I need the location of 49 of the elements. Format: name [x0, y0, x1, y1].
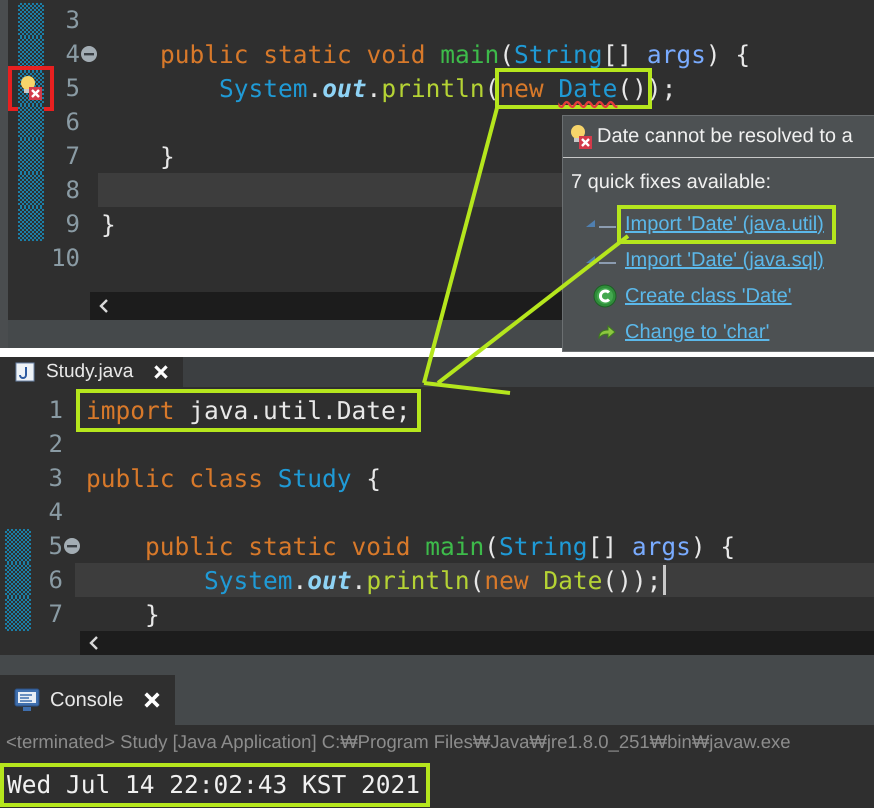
code-line: public static void main(String[] args) { — [159, 38, 752, 70]
line-number: 3 — [64, 6, 80, 34]
import-icon — [585, 253, 617, 267]
error-lightbulb-icon[interactable] — [569, 124, 593, 150]
close-icon — [143, 691, 162, 709]
code-line: public class Study { — [85, 462, 382, 494]
line-number: 9 — [64, 210, 80, 238]
line-number: 4 — [48, 498, 63, 526]
close-tab-button[interactable] — [153, 364, 170, 380]
line-number: 4 — [64, 40, 80, 68]
console-output: Wed Jul 14 22:02:43 KST 2021 — [0, 763, 430, 807]
line-number: 8 — [64, 176, 80, 204]
popup-title: Date cannot be resolved to a — [597, 125, 853, 148]
line-number: 5 — [64, 74, 80, 102]
editor-tab[interactable]: Study.java — [0, 357, 184, 387]
scroll-left-icon[interactable] — [98, 298, 110, 314]
quick-fix-link[interactable]: Change to 'char' — [617, 312, 782, 352]
popup-subtitle: 7 quick fixes available: — [570, 170, 772, 194]
code-line: public static void main(String[] args) { — [144, 530, 736, 562]
line-number: 7 — [64, 142, 80, 170]
change-arrow-icon — [597, 324, 617, 340]
console-header: <terminated> Study [Java Application] C:₩Program Files₩Java₩jre1.8.0_251₩bin₩javaw.exe — [6, 731, 792, 753]
code-line: } — [144, 598, 161, 630]
quick-fix-link[interactable]: Import 'Date' (java.sql) — [617, 240, 836, 280]
line-number: 5 — [48, 532, 63, 560]
code-line: System.out.println(new Date()); — [203, 564, 662, 596]
class-icon — [593, 284, 617, 308]
code-line: } — [100, 208, 117, 240]
console-tab[interactable]: Console — [0, 675, 176, 725]
quick-fix-link[interactable]: Import 'Date' (java.util) — [617, 204, 836, 244]
quick-fix-link[interactable]: Create class 'Date' — [617, 276, 804, 316]
error-lightbulb-icon[interactable] — [19, 75, 43, 101]
line-number: 7 — [48, 600, 63, 628]
line-number: 10 — [50, 244, 80, 272]
line-number: 6 — [48, 566, 63, 594]
line-number: 1 — [48, 396, 63, 424]
close-icon — [153, 364, 170, 380]
line-number: 6 — [64, 108, 80, 136]
console-icon — [14, 688, 40, 712]
java-file-icon — [14, 361, 36, 383]
import-icon — [585, 217, 617, 231]
collapse-icon[interactable] — [63, 537, 81, 555]
code-line: } — [159, 140, 176, 172]
close-tab-button[interactable] — [143, 691, 162, 709]
line-number: 2 — [48, 430, 63, 458]
line-number: 3 — [48, 464, 63, 492]
horizontal-scrollbar[interactable] — [80, 631, 874, 655]
scroll-left-icon[interactable] — [88, 635, 100, 651]
collapse-icon[interactable] — [80, 45, 98, 63]
